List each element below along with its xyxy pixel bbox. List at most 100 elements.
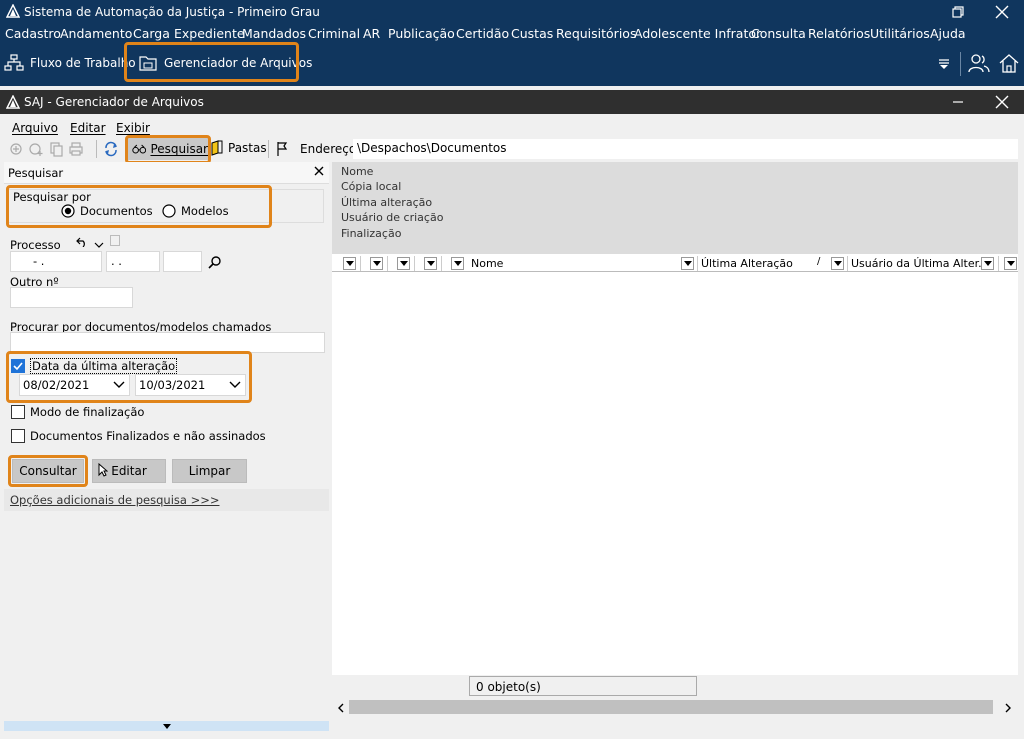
processo-field-1[interactable]: - . xyxy=(10,251,102,272)
grid-separator xyxy=(697,256,698,271)
users-button[interactable] xyxy=(968,53,990,76)
menu-ar[interactable]: AR xyxy=(363,26,380,41)
pesquisar-button[interactable]: Pesquisar xyxy=(128,138,208,160)
menu-mandados[interactable]: Mandados xyxy=(242,26,306,41)
menu-consulta[interactable]: Consulta xyxy=(751,26,806,41)
grid-column-dropdown[interactable] xyxy=(343,257,356,270)
date-from-picker[interactable]: 08/02/2021 xyxy=(19,374,130,396)
menu-adolescente-infrator[interactable]: Adolescente Infrator xyxy=(634,26,761,41)
close-button[interactable] xyxy=(980,0,1024,24)
chevron-down-icon xyxy=(94,242,104,248)
menu-andamento[interactable]: Andamento xyxy=(60,26,132,41)
close-icon xyxy=(314,166,324,176)
mouse-cursor-icon xyxy=(98,462,109,480)
menu-criminal[interactable]: Criminal xyxy=(308,26,360,41)
procurar-field[interactable] xyxy=(10,332,325,353)
pastas-button[interactable]: Pastas xyxy=(210,140,267,156)
sub-minimize-button[interactable] xyxy=(936,90,980,114)
radio-documentos[interactable]: Documentos xyxy=(61,204,153,218)
grid-column-dropdown[interactable] xyxy=(981,257,994,270)
grid-separator xyxy=(441,256,442,271)
toolbar-dropdown-button[interactable] xyxy=(937,56,951,73)
new-model-icon[interactable] xyxy=(28,141,44,157)
grid-separator xyxy=(360,256,361,271)
checkbox-unchecked-icon xyxy=(11,405,25,419)
folder-icon xyxy=(211,140,223,156)
radio-unselected-icon xyxy=(162,204,176,218)
date-to-value: 10/03/2021 xyxy=(139,378,206,392)
scroll-right-button[interactable] xyxy=(1004,702,1012,716)
consultar-button[interactable]: Consultar xyxy=(12,459,84,483)
docs-finalizados-label: Documentos Finalizados e não assinados xyxy=(30,429,266,443)
modo-finalizacao-checkbox[interactable]: Modo de finalização xyxy=(11,405,144,419)
sub-toolbar-icons xyxy=(8,141,84,157)
grid-column-dropdown[interactable] xyxy=(424,257,437,270)
menu-custas[interactable]: Custas xyxy=(511,26,553,41)
grid-col-ultima-alteracao[interactable]: Última Alteração xyxy=(701,257,793,270)
menu-ajuda[interactable]: Ajuda xyxy=(930,26,966,41)
outro-field[interactable] xyxy=(10,287,133,308)
toolbar-separator xyxy=(960,52,961,76)
refresh-button[interactable] xyxy=(103,141,119,160)
sub-menu-exibir[interactable]: Exibir xyxy=(116,121,150,135)
home-button[interactable] xyxy=(998,53,1020,76)
sub-menu-arquivo[interactable]: Arquivo xyxy=(12,121,58,135)
menu-expediente[interactable]: Expediente xyxy=(174,26,245,41)
scrollbar-thumb[interactable] xyxy=(349,700,993,714)
checkbox-checked-icon xyxy=(11,359,25,373)
processo-field-3[interactable] xyxy=(163,251,202,272)
copy-icon[interactable] xyxy=(48,141,64,157)
status-count: 0 objeto(s) xyxy=(469,676,697,696)
radio-modelos-label: Modelos xyxy=(181,204,229,218)
endereco-field[interactable]: \Despachos\Documentos xyxy=(353,139,1018,159)
details-copia-local: Cópia local xyxy=(341,180,402,193)
gerenciador-arquivos-button[interactable]: Gerenciador de Arquivos xyxy=(138,52,312,74)
new-document-icon[interactable] xyxy=(8,141,24,157)
chevron-right-icon xyxy=(1005,703,1011,713)
file-manager-icon xyxy=(139,56,157,71)
opcoes-link[interactable]: Opções adicionais de pesquisa >>> xyxy=(10,493,220,507)
pesquisar-por-label: Pesquisar por xyxy=(13,190,91,204)
grid-column-dropdown[interactable] xyxy=(831,257,844,270)
menu-relatorios[interactable]: Relatórios xyxy=(808,26,870,41)
limpar-button[interactable]: Limpar xyxy=(172,459,247,483)
close-icon xyxy=(995,95,1009,109)
grid-column-dropdown[interactable] xyxy=(397,257,410,270)
grid-column-dropdown[interactable] xyxy=(451,257,464,270)
data-alteracao-checkbox[interactable]: Data da última alteração xyxy=(11,358,178,374)
panel-expand-bar[interactable] xyxy=(4,721,329,731)
fluxo-trabalho-button[interactable]: Fluxo de Trabalho xyxy=(4,52,136,74)
grid-body[interactable] xyxy=(332,272,1018,675)
grid-column-dropdown[interactable] xyxy=(1004,257,1017,270)
restore-button[interactable] xyxy=(936,0,980,24)
panel-close-button[interactable] xyxy=(314,165,324,179)
grid-column-dropdown[interactable] xyxy=(681,257,694,270)
menu-publicacao[interactable]: Publicação xyxy=(388,26,455,41)
scroll-left-button[interactable] xyxy=(337,702,345,716)
processo-undo-button[interactable] xyxy=(76,236,88,250)
grid-col-usuario[interactable]: Usuário da Última Alter... xyxy=(851,257,989,270)
menu-requisitorios[interactable]: Requisitórios xyxy=(556,26,636,41)
sub-menu-editar[interactable]: Editar xyxy=(70,121,106,135)
processo-search-button[interactable] xyxy=(208,255,222,272)
grid-column-dropdown[interactable] xyxy=(370,257,383,270)
search-icon xyxy=(208,256,221,269)
menu-cadastro[interactable]: Cadastro xyxy=(5,26,61,41)
date-to-picker[interactable]: 10/03/2021 xyxy=(135,374,246,396)
menu-certidao[interactable]: Certidão xyxy=(456,26,509,41)
details-usuario-criacao: Usuário de criação xyxy=(341,211,444,224)
processo-field-2[interactable]: . . xyxy=(106,251,160,272)
menu-utilitarios[interactable]: Utilitários xyxy=(870,26,930,41)
docs-finalizados-checkbox[interactable]: Documentos Finalizados e não assinados xyxy=(11,429,266,443)
radio-documentos-label: Documentos xyxy=(80,204,153,218)
details-ultima-alteracao: Última alteração xyxy=(341,196,433,209)
grid-col-nome[interactable]: Nome xyxy=(471,257,503,270)
pesquisar-label: Pesquisar xyxy=(150,142,208,156)
close-icon xyxy=(995,5,1009,19)
processo-dropdown-button[interactable] xyxy=(94,238,104,252)
menu-carga[interactable]: Carga xyxy=(133,26,170,41)
sub-close-button[interactable] xyxy=(980,90,1024,114)
print-icon[interactable] xyxy=(68,141,84,157)
radio-modelos[interactable]: Modelos xyxy=(162,204,229,218)
processo-info-icon xyxy=(110,235,120,246)
